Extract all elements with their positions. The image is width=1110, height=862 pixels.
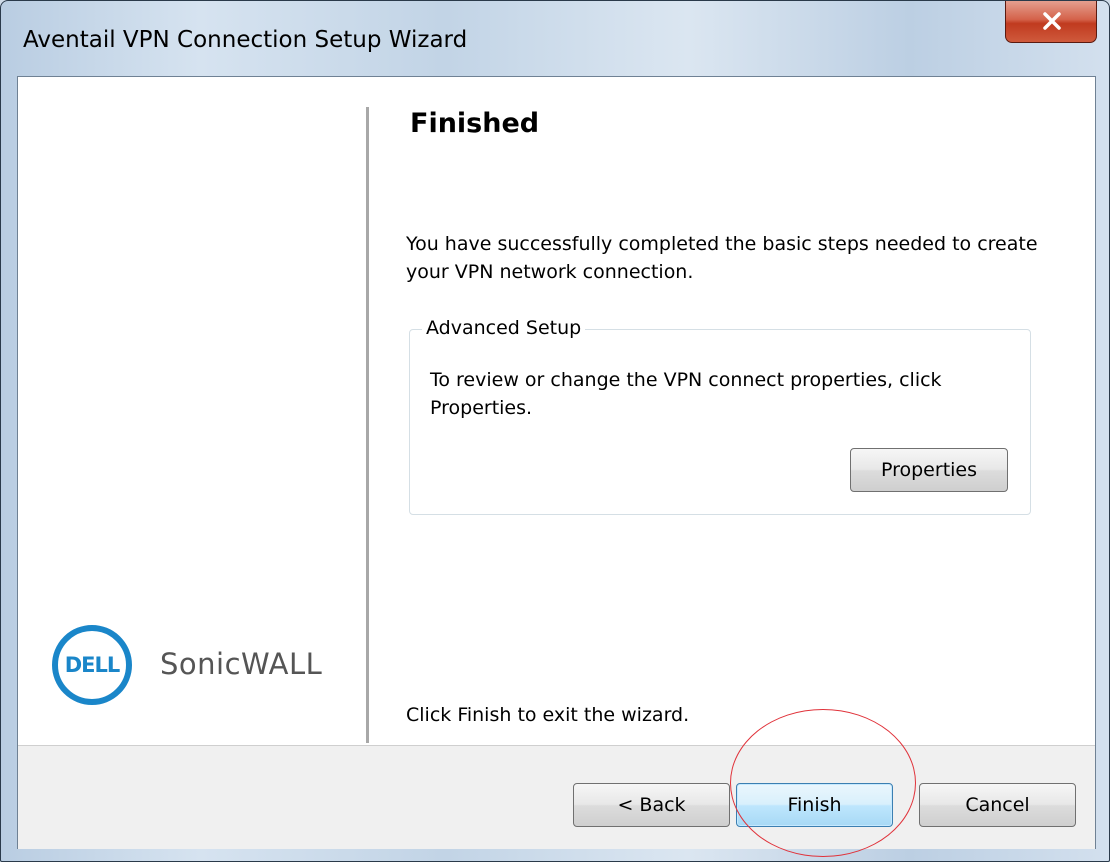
page-title: Finished	[410, 108, 540, 139]
button-bar: < Back Finish Cancel	[18, 745, 1095, 849]
window-title: Aventail VPN Connection Setup Wizard	[23, 27, 468, 53]
advanced-setup-description: To review or change the VPN connect prop…	[430, 369, 942, 419]
advanced-setup-legend: Advanced Setup	[422, 317, 586, 339]
dell-logo: DELL	[52, 625, 132, 705]
wizard-window: Aventail VPN Connection Setup Wizard DEL…	[0, 0, 1110, 862]
dell-sonicwall-logo: DELL SonicWALL	[52, 625, 352, 709]
close-icon	[1043, 12, 1061, 30]
finish-button[interactable]: Finish	[736, 783, 893, 827]
properties-button[interactable]: Properties	[850, 448, 1008, 492]
wizard-content: DELL SonicWALL Finished You have success…	[17, 76, 1096, 849]
cancel-button[interactable]: Cancel	[919, 783, 1076, 827]
product-name: SonicWALL	[160, 647, 323, 681]
close-button[interactable]	[1005, 1, 1097, 43]
back-button[interactable]: < Back	[573, 783, 730, 827]
advanced-setup-group: Advanced Setup To review or change the V…	[409, 317, 1031, 515]
exit-hint: Click Finish to exit the wizard.	[406, 704, 690, 726]
sidebar-divider	[366, 107, 369, 743]
intro-text: You have successfully completed the basi…	[406, 233, 1038, 283]
dell-logo-text: DELL	[64, 653, 121, 677]
